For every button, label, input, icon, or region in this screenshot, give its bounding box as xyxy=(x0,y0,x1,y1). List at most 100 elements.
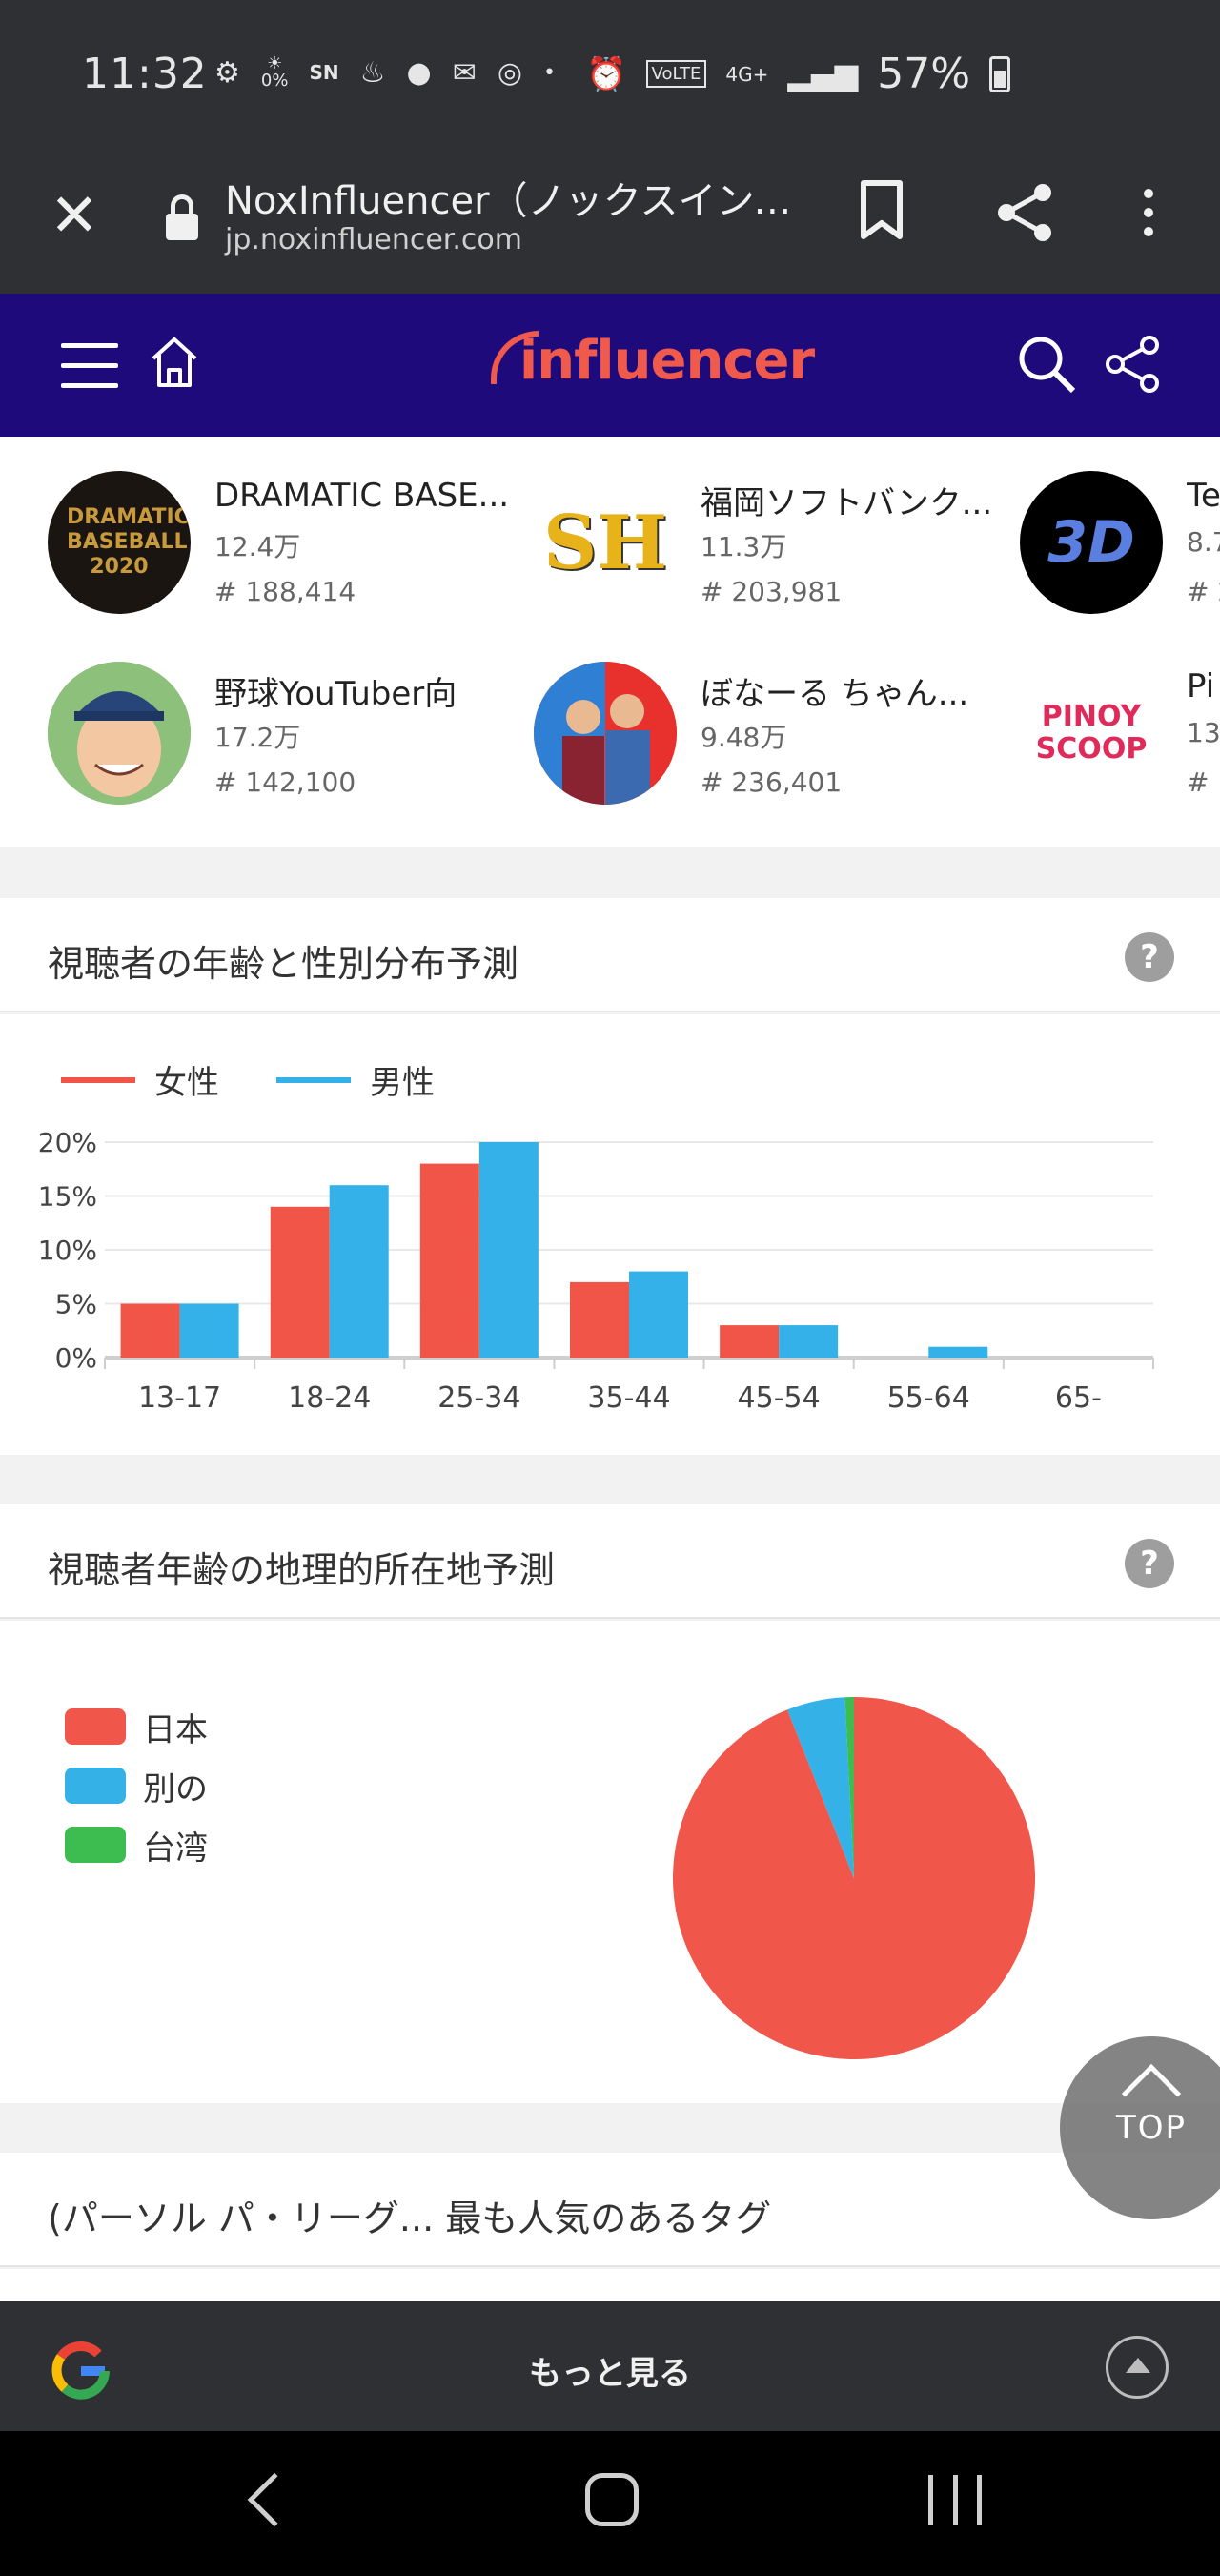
mail-icon: ✉ xyxy=(452,55,477,90)
back-icon[interactable] xyxy=(247,2472,302,2527)
navigation-bar xyxy=(0,2431,1220,2576)
system-icons: ⏰ VoLTE 4G+ ▂▄▆ 57% xyxy=(586,50,1010,98)
bar-male[interactable] xyxy=(928,1346,988,1358)
channel-card[interactable]: DRAMATIC BASEBALL 2020 DRAMATIC BASE... … xyxy=(48,471,534,633)
bar-male[interactable] xyxy=(179,1303,239,1359)
page-title[interactable]: NoxInfluencer（ノックスインフ... xyxy=(225,170,797,225)
channel-card[interactable]: ぼなーる ちゃん... 9.48万 # 236,401 xyxy=(534,662,1020,824)
channel-rank: # 236,401 xyxy=(701,767,843,798)
channel-subscribers: 9.48万 xyxy=(701,722,787,753)
site-header: influencer xyxy=(0,294,1220,437)
y-tick-label: 20% xyxy=(38,1127,97,1158)
section-title: 視聴者の年齢と性別分布予測 xyxy=(48,943,519,985)
age-gender-chart: 女性 男性 0% 5% 10% 15% 20% 13-17 18-24 25-34 35-44 4… xyxy=(0,1014,1220,1455)
bar-female[interactable] xyxy=(419,1163,479,1358)
x-tick-label: 45-54 xyxy=(738,1381,821,1415)
app-icon: ♨ xyxy=(359,55,386,90)
site-share-icon[interactable] xyxy=(1102,334,1163,395)
recent-apps-icon[interactable] xyxy=(928,2475,982,2525)
channel-subscribers: 8.7 xyxy=(1187,526,1220,558)
bar-female[interactable] xyxy=(720,1325,780,1358)
weather-icon: ☀ 0% xyxy=(260,53,289,91)
channel-name: 福岡ソフトバンク... xyxy=(701,484,993,522)
channel-name: DRAMATIC BASE... xyxy=(214,477,510,515)
legend-item-japan[interactable]: 日本 xyxy=(65,1697,208,1756)
x-tick-label: 25-34 xyxy=(437,1381,520,1415)
y-tick-label: 5% xyxy=(55,1289,97,1320)
channel-rank: # 203,981 xyxy=(701,576,843,607)
network-icon: 4G+ xyxy=(725,62,769,86)
channel-card[interactable]: SH 福岡ソフトバンク... 11.3万 # 203,981 xyxy=(534,471,1020,633)
see-more-button[interactable]: もっと見る xyxy=(0,2347,1220,2394)
legend-swatch xyxy=(65,1768,126,1804)
channel-avatar xyxy=(48,662,191,805)
channel-subscribers: 17.2万 xyxy=(214,722,301,753)
page-domain[interactable]: jp.noxinfluencer.com xyxy=(225,223,522,256)
channel-avatar: PINOY SCOOP xyxy=(1020,662,1163,805)
home-button-icon[interactable] xyxy=(585,2473,639,2526)
channel-card[interactable]: 3D Te 8.7 # 2 xyxy=(1020,471,1220,633)
channel-subscribers: 12.4万 xyxy=(214,531,301,562)
channel-rank: # 188,414 xyxy=(214,576,356,607)
y-tick-label: 15% xyxy=(38,1181,97,1213)
pie-legend: 日本 別の 台湾 xyxy=(65,1697,208,1874)
chrome-icon: ◎ xyxy=(497,55,523,90)
help-icon[interactable]: ? xyxy=(1125,1539,1174,1588)
chat-icon: ● xyxy=(406,55,432,90)
close-icon[interactable]: ✕ xyxy=(46,186,103,245)
legend-swatch xyxy=(65,1827,126,1863)
search-icon[interactable] xyxy=(1016,334,1077,395)
page: 11:32 ⚙ ☀ 0% SN ♨ ● ✉ ◎ • ⏰ VoLTE 4G+ ▂▄▆… xyxy=(0,0,1220,2576)
channel-avatar: 3D xyxy=(1020,471,1163,614)
bar-female[interactable] xyxy=(120,1303,180,1359)
legend-item-other[interactable]: 別の xyxy=(65,1756,208,1815)
bar-female[interactable] xyxy=(570,1281,629,1358)
bar-female[interactable] xyxy=(270,1206,330,1358)
x-tick-label: 35-44 xyxy=(587,1381,670,1415)
age-gender-header: 視聴者の年齢と性別分布予測 ? xyxy=(0,898,1220,1012)
sports-app-icon: SN xyxy=(309,61,339,84)
battery-percent: 57% xyxy=(877,50,970,98)
lock-icon[interactable] xyxy=(164,187,202,244)
channel-name: 野球YouTuber向 xyxy=(214,675,458,713)
battery-icon xyxy=(989,55,1010,92)
menu-icon[interactable] xyxy=(61,343,118,389)
bar-male[interactable] xyxy=(478,1142,539,1358)
x-tick-label: 18-24 xyxy=(288,1381,371,1415)
status-time: 11:32 xyxy=(82,50,208,98)
notification-icons: ⚙ ☀ 0% SN ♨ ● ✉ ◎ • xyxy=(214,55,556,90)
expand-up-icon[interactable] xyxy=(1106,2336,1169,2399)
x-tick-label: 65- xyxy=(1055,1381,1102,1415)
status-bar: 11:32 ⚙ ☀ 0% SN ♨ ● ✉ ◎ • ⏰ VoLTE 4G+ ▂▄▆… xyxy=(0,0,1220,153)
tags-body xyxy=(0,2269,1220,2301)
y-tick-label: 0% xyxy=(55,1342,97,1374)
help-icon[interactable]: ? xyxy=(1125,932,1174,982)
home-icon[interactable] xyxy=(148,334,201,391)
legend-item-taiwan[interactable]: 台湾 xyxy=(65,1815,208,1874)
x-tick-label: 55-64 xyxy=(887,1381,970,1415)
section-title: (パーソル パ・リーグ... 最も人気のあるタグ xyxy=(48,2198,772,2239)
y-tick-label: 10% xyxy=(38,1235,97,1266)
share-icon[interactable] xyxy=(991,179,1058,246)
channel-card[interactable]: 野球YouTuber向 17.2万 # 142,100 xyxy=(48,662,534,824)
bookmark-icon[interactable] xyxy=(858,179,905,242)
volte-icon: VoLTE xyxy=(645,60,707,88)
bar-chart: 0% 5% 10% 15% 20% 13-17 18-24 25-34 35-44 45-54 55… xyxy=(38,1127,1154,1415)
bar-male[interactable] xyxy=(779,1325,839,1358)
duo-photo xyxy=(534,662,677,805)
channel-card[interactable]: PINOY SCOOP Pi 13 # 1 xyxy=(1020,662,1220,824)
channel-rank: # 142,100 xyxy=(214,767,356,798)
bar-male[interactable] xyxy=(629,1271,688,1358)
site-logo[interactable]: influencer xyxy=(491,330,815,392)
channel-avatar: SH xyxy=(534,471,677,614)
alarm-icon: ⏰ xyxy=(586,54,627,93)
more-options-icon[interactable] xyxy=(1134,181,1163,248)
geo-header: 視聴者年齢の地理的所在地予測 ? xyxy=(0,1504,1220,1619)
legend-swatch xyxy=(65,1708,126,1745)
tags-header: (パーソル パ・リーグ... 最も人気のあるタグ xyxy=(0,2153,1220,2267)
person-photo xyxy=(48,662,191,805)
channel-avatar: DRAMATIC BASEBALL 2020 xyxy=(48,471,191,614)
related-channels: DRAMATIC BASEBALL 2020 DRAMATIC BASE... … xyxy=(0,437,1220,847)
bar-male[interactable] xyxy=(329,1185,389,1358)
browser-toolbar: ✕ NoxInfluencer（ノックスインフ... jp.noxinfluen… xyxy=(0,153,1220,294)
